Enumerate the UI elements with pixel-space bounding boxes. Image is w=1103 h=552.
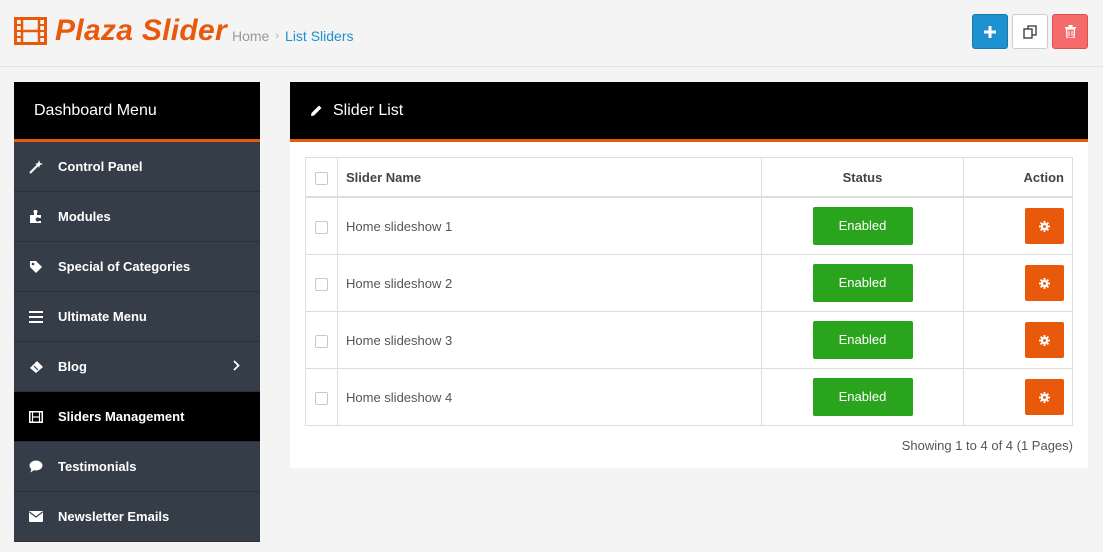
row-checkbox[interactable] — [315, 277, 328, 291]
pencil-icon — [310, 104, 323, 117]
row-check-cell — [305, 254, 338, 312]
gear-icon — [1039, 277, 1050, 289]
sidebar-item-label: Modules — [58, 209, 111, 224]
sidebar-item-sliders-management[interactable]: Sliders Management — [14, 392, 260, 442]
magic-wand-icon — [28, 159, 44, 175]
list-icon — [28, 309, 44, 325]
status-cell: Enabled — [761, 254, 964, 312]
sidebar-item-label: Testimonials — [58, 459, 137, 474]
row-checkbox[interactable] — [315, 334, 328, 348]
row-checkbox[interactable] — [315, 391, 328, 405]
sidebar-item-label: Ultimate Menu — [58, 309, 147, 324]
table-row: Home slideshow 3 Enabled — [305, 311, 1073, 369]
table-header-row: Slider Name Status Action — [305, 157, 1073, 198]
copy-icon — [1023, 24, 1037, 39]
breadcrumb-home[interactable]: Home — [232, 28, 269, 44]
action-cell — [963, 311, 1073, 369]
slider-table: Slider Name Status Action Home slideshow… — [305, 157, 1073, 426]
sidebar-item-newsletter-emails[interactable]: Newsletter Emails — [14, 492, 260, 542]
comment-icon — [28, 459, 44, 475]
status-button[interactable]: Enabled — [812, 264, 913, 302]
row-check-cell — [305, 196, 338, 255]
column-header-action: Action — [963, 157, 1073, 198]
copy-button[interactable] — [1012, 14, 1048, 49]
action-cell — [963, 368, 1073, 426]
film-icon — [14, 17, 47, 45]
slider-name: Home slideshow 2 — [337, 254, 762, 312]
table-row: Home slideshow 2 Enabled — [305, 254, 1073, 312]
action-cell — [963, 196, 1073, 255]
plus-icon — [984, 25, 996, 38]
row-check-cell — [305, 368, 338, 426]
status-button[interactable]: Enabled — [812, 378, 913, 416]
panel-title: Slider List — [333, 101, 404, 119]
sidebar-item-blog[interactable]: Blog — [14, 342, 260, 392]
column-header-status: Status — [761, 157, 964, 198]
action-cell — [963, 254, 1073, 312]
film-icon — [28, 409, 44, 425]
status-cell: Enabled — [761, 368, 964, 426]
status-button[interactable]: Enabled — [812, 321, 913, 359]
slider-list-panel: Slider List Slider Name Status Action Ho… — [290, 82, 1088, 468]
sidebar: Dashboard Menu Control Panel Modules Spe… — [14, 82, 260, 542]
edit-button[interactable] — [1025, 322, 1064, 358]
trash-icon — [1064, 25, 1076, 38]
sidebar-item-special-of-categories[interactable]: Special of Categories — [14, 242, 260, 292]
pagination-info: Showing 1 to 4 of 4 (1 Pages) — [901, 438, 1073, 453]
table-row: Home slideshow 1 Enabled — [305, 196, 1073, 255]
add-button[interactable] — [972, 14, 1008, 49]
panel-header: Slider List — [290, 82, 1088, 142]
page-header: Plaza Slider Home › List Sliders — [0, 0, 1103, 67]
breadcrumb-separator: › — [275, 30, 280, 42]
row-check-cell — [305, 311, 338, 369]
gear-icon — [1039, 391, 1050, 403]
gear-icon — [1039, 334, 1050, 346]
breadcrumb: Home › List Sliders — [232, 28, 354, 44]
slider-name: Home slideshow 1 — [337, 196, 762, 255]
tag-icon — [28, 259, 44, 275]
edit-button[interactable] — [1025, 265, 1064, 301]
sidebar-item-modules[interactable]: Modules — [14, 192, 260, 242]
sidebar-item-label: Newsletter Emails — [58, 509, 170, 524]
table-row: Home slideshow 4 Enabled — [305, 368, 1073, 426]
edit-button[interactable] — [1025, 379, 1064, 415]
breadcrumb-current[interactable]: List Sliders — [285, 28, 353, 44]
sidebar-item-label: Sliders Management — [58, 409, 185, 424]
sidebar-item-control-panel[interactable]: Control Panel — [14, 142, 260, 192]
sidebar-item-ultimate-menu[interactable]: Ultimate Menu — [14, 292, 260, 342]
sidebar-title: Dashboard Menu — [14, 82, 260, 142]
slider-name: Home slideshow 3 — [337, 311, 762, 369]
row-checkbox[interactable] — [315, 220, 328, 234]
slider-name: Home slideshow 4 — [337, 368, 762, 426]
gear-icon — [1039, 220, 1050, 232]
status-cell: Enabled — [761, 196, 964, 255]
sidebar-item-label: Blog — [58, 359, 87, 374]
ticket-icon — [28, 359, 44, 375]
select-all-cell — [305, 157, 338, 198]
status-button[interactable]: Enabled — [812, 207, 913, 245]
puzzle-icon — [28, 209, 44, 225]
toolbar — [972, 14, 1088, 49]
envelope-icon — [28, 509, 44, 525]
select-all-checkbox[interactable] — [315, 171, 328, 185]
sidebar-item-label: Special of Categories — [58, 259, 191, 274]
chevron-right-icon[interactable] — [233, 359, 240, 374]
delete-button[interactable] — [1052, 14, 1088, 49]
status-cell: Enabled — [761, 311, 964, 369]
sidebar-item-testimonials[interactable]: Testimonials — [14, 442, 260, 492]
logo-text: Plaza Slider — [55, 14, 228, 47]
column-header-slider-name[interactable]: Slider Name — [337, 157, 762, 198]
edit-button[interactable] — [1025, 208, 1064, 244]
logo[interactable]: Plaza Slider — [14, 14, 227, 48]
sidebar-item-label: Control Panel — [58, 159, 143, 174]
